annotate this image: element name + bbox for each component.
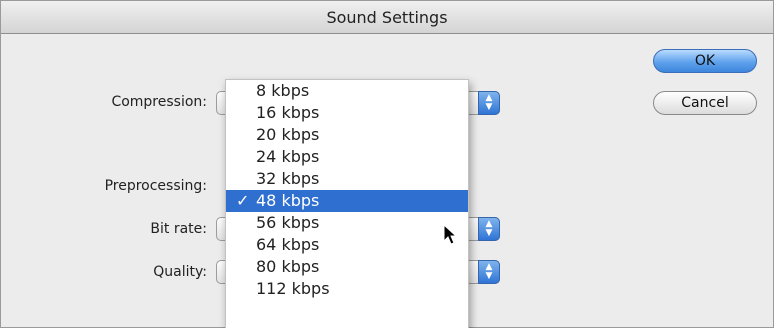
compression-label: Compression: xyxy=(111,94,207,110)
bit-rate-label: Bit rate: xyxy=(150,221,207,237)
quality-label: Quality: xyxy=(153,264,207,280)
menu-item[interactable]: 32 kbps xyxy=(226,168,468,190)
updown-arrows-icon: ▲ ▼ xyxy=(478,91,500,115)
updown-arrows-icon: ▲ ▼ xyxy=(478,217,500,241)
window-title: Sound Settings xyxy=(1,1,773,34)
sound-settings-dialog: Sound Settings Compression: Preprocessin… xyxy=(0,0,774,328)
menu-item-selected[interactable]: ✓ 48 kbps xyxy=(226,190,468,212)
updown-arrows-icon: ▲ ▼ xyxy=(478,260,500,284)
menu-item[interactable]: 80 kbps xyxy=(226,256,468,278)
menu-item[interactable]: 24 kbps xyxy=(226,146,468,168)
checkmark-icon: ✓ xyxy=(236,191,250,210)
menu-item[interactable]: 56 kbps xyxy=(226,212,468,234)
menu-item[interactable]: 8 kbps xyxy=(226,80,468,102)
menu-item[interactable]: 112 kbps xyxy=(226,278,468,300)
ok-button[interactable]: OK xyxy=(653,49,757,73)
mouse-pointer-icon xyxy=(443,224,458,245)
menu-item[interactable]: 16 kbps xyxy=(226,102,468,124)
bit-rate-menu: 8 kbps 16 kbps 20 kbps 24 kbps 32 kbps ✓… xyxy=(225,79,469,328)
menu-item[interactable]: 64 kbps xyxy=(226,234,468,256)
preprocessing-label: Preprocessing: xyxy=(104,178,207,194)
menu-item[interactable]: 20 kbps xyxy=(226,124,468,146)
cancel-button[interactable]: Cancel xyxy=(653,91,757,115)
